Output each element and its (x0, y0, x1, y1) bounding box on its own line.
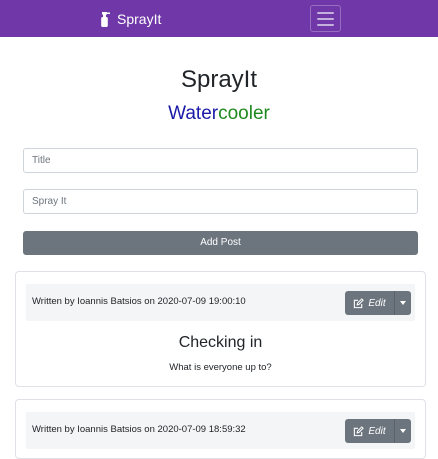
post-body: What is everyone up to? (169, 362, 272, 373)
edit-label: Edit (368, 425, 386, 437)
hamburger-bar (317, 23, 334, 26)
navbar: SprayIt (0, 0, 438, 37)
edit-label: Edit (368, 297, 386, 309)
edit-button[interactable]: Edit (345, 419, 394, 443)
navbar-brand[interactable]: SprayIt (99, 9, 161, 29)
edit-icon (354, 425, 365, 436)
add-post-button[interactable]: Add Post (23, 231, 418, 255)
post-meta: Written by Ioannis Batsios on 2020-07-09… (32, 424, 246, 435)
hamburger-menu-icon (317, 11, 334, 14)
spray-bottle-icon (101, 11, 110, 27)
title-input[interactable] (23, 148, 418, 173)
post-title: Checking in (178, 334, 263, 351)
post-card-header: Written by Ioannis Batsios on 2020-07-09… (26, 284, 415, 321)
edit-button-group: Edit (345, 419, 411, 443)
brand-label: SprayIt (117, 11, 162, 27)
spray-it-input[interactable] (23, 189, 418, 214)
caret-down-icon (400, 429, 406, 433)
edit-dropdown-toggle[interactable] (394, 419, 411, 443)
page-subtitle: Watercooler (0, 103, 438, 125)
hamburger-bar (317, 17, 334, 20)
subtitle-part-water: Water (168, 103, 219, 124)
subtitle-part-cooler: cooler (218, 103, 270, 124)
edit-button-group: Edit (345, 291, 411, 315)
page-title: SprayIt (180, 66, 258, 93)
edit-dropdown-toggle[interactable] (394, 291, 411, 315)
post-card: Written by Ioannis Batsios on 2020-07-09… (15, 399, 426, 459)
post-card: Written by Ioannis Batsios on 2020-07-09… (15, 271, 426, 387)
hamburger-menu-button[interactable] (310, 5, 341, 32)
caret-down-icon (400, 301, 406, 305)
post-card-header: Written by Ioannis Batsios on 2020-07-09… (26, 412, 415, 449)
post-meta: Written by Ioannis Batsios on 2020-07-09… (32, 296, 246, 307)
edit-button[interactable]: Edit (345, 291, 394, 315)
edit-icon (354, 297, 365, 308)
